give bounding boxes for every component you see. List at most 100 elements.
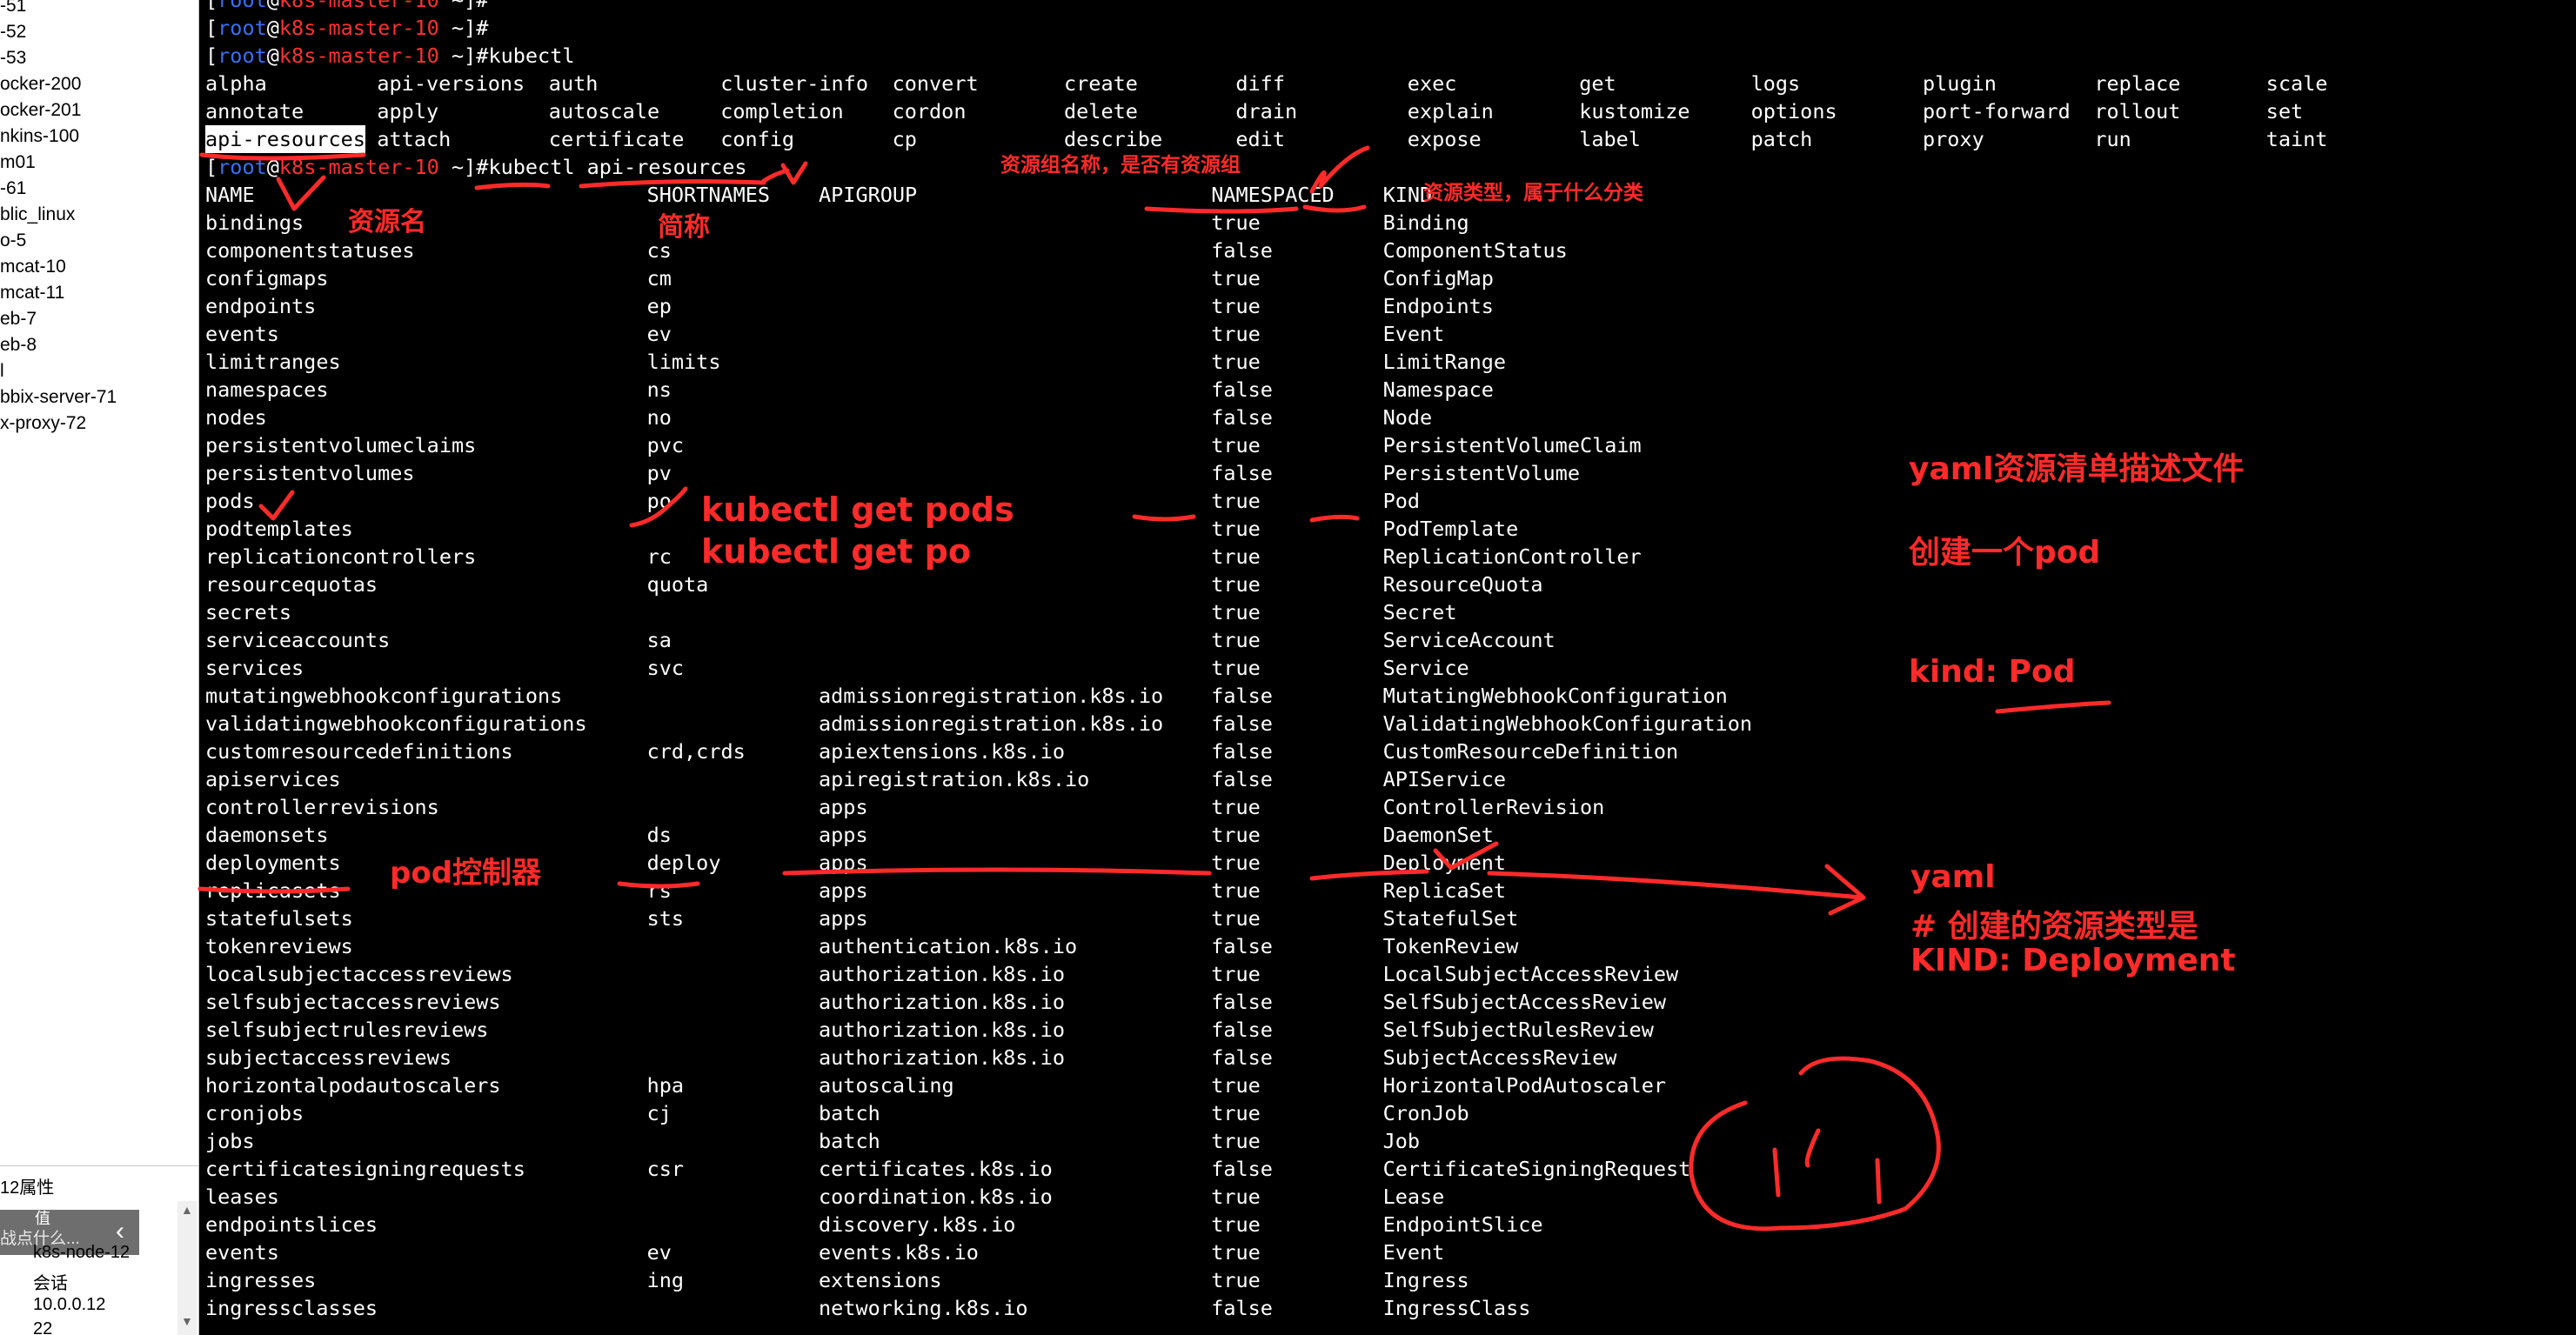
table-row: validatingwebhookconfigurations admission… — [205, 710, 2554, 738]
resource-name: endpoints — [205, 294, 317, 318]
resource-namespaced: true — [1211, 1101, 1261, 1125]
resource-name: replicationcontrollers — [205, 544, 477, 569]
resource-name: events — [205, 1240, 279, 1265]
resource-kind: CertificateSigningRequest — [1382, 1157, 1691, 1181]
resource-kind: LocalSubjectAccessReview — [1382, 962, 1679, 986]
prompt-at: @ — [266, 16, 279, 40]
resource-shortname: svc — [646, 656, 685, 680]
resource-namespaced: true — [1211, 656, 1261, 680]
session-sidebar: -51 -52 -53 ocker-200 ocker-201 nkins-100 m01-… — [0, 0, 199, 1335]
prompt-bracket: [ — [205, 43, 218, 68]
resource-shortname: no — [646, 405, 672, 430]
resource-name: ingressclasses — [205, 1296, 378, 1320]
resource-kind: Pod — [1382, 489, 1421, 513]
resource-name: customresourcedefinitions — [205, 739, 513, 764]
resource-namespaced: true — [1211, 878, 1261, 903]
resource-shortname: ep — [646, 294, 672, 318]
resource-namespaced: true — [1211, 851, 1261, 875]
session-item[interactable]: l — [0, 358, 198, 384]
subcommand-item: completion — [720, 99, 844, 123]
prompt-hash: # — [476, 0, 489, 12]
resource-kind: Endpoints — [1382, 294, 1494, 318]
resource-kind: CronJob — [1382, 1101, 1469, 1125]
session-item[interactable]: x-proxy-72 — [0, 411, 198, 437]
resource-name: persistentvolumeclaims — [205, 433, 477, 457]
resource-kind: StatefulSet — [1382, 906, 1519, 931]
subcommand-item: auth — [548, 71, 599, 96]
session-item[interactable]: ocker-200 — [0, 71, 198, 97]
resource-apigroup: batch — [819, 1101, 880, 1125]
column-header-name: NAME — [205, 183, 255, 207]
subcommand-item: annotate — [205, 99, 304, 123]
resource-namespaced: true — [1211, 1240, 1261, 1265]
terminal-line: NAME SHORTNAMES APIGROUP NAMESPACED KIND — [205, 181, 2554, 209]
subcommand-item: expose — [1407, 127, 1482, 151]
session-item[interactable]: eb-8 — [0, 332, 198, 358]
session-item[interactable]: eb-7 — [0, 306, 198, 332]
resource-shortname: ds — [646, 823, 672, 847]
scroll-up-icon[interactable]: ▲ — [181, 1203, 193, 1217]
table-row: events ev events.k8s.io true Event — [205, 1238, 2554, 1266]
session-item[interactable]: ocker-201 — [0, 97, 198, 123]
table-row: daemonsets ds apps true DaemonSet — [205, 821, 2554, 849]
resource-name: nodes — [205, 405, 267, 430]
subcommand-item: api-versions — [377, 71, 525, 96]
terminal-output[interactable]: [root@k8s-master-10 ~]# [root@k8s-master-… — [202, 0, 2576, 1335]
subcommand-item: run — [2094, 127, 2131, 151]
resource-apigroup: events.k8s.io — [819, 1240, 979, 1265]
prompt-user: root — [217, 0, 267, 12]
resource-shortname: ev — [646, 1240, 672, 1265]
prompt-path: ~ — [438, 43, 465, 68]
session-item[interactable]: o-5 — [0, 228, 198, 254]
table-row: leases coordination.k8s.io true Lease — [205, 1183, 2554, 1211]
prompt-at: @ — [266, 0, 279, 12]
session-item[interactable]: -51 — [0, 0, 198, 19]
properties-scrollbar[interactable]: ▲ ▼ — [177, 1201, 197, 1335]
properties-title: 12属性 — [0, 1178, 55, 1198]
session-item[interactable]: mcat-11 — [0, 280, 198, 306]
resource-name: ingresses — [205, 1268, 317, 1292]
resource-apigroup: authentication.k8s.io — [819, 934, 1078, 958]
prompt-host: k8s-master-10 — [278, 43, 439, 68]
session-item[interactable]: nkins-100 — [0, 123, 198, 150]
subcommand-item: proxy — [1923, 127, 1984, 151]
resource-kind: CustomResourceDefinition — [1382, 739, 1679, 764]
resource-name: jobs — [205, 1129, 255, 1153]
resource-namespaced: true — [1211, 906, 1261, 931]
session-item[interactable]: blic_linux — [0, 202, 198, 228]
resource-apigroup: authorization.k8s.io — [819, 962, 1065, 986]
table-row: endpointslices discovery.k8s.io true Endpoi… — [205, 1211, 2554, 1238]
resource-kind: Node — [1382, 405, 1433, 430]
table-row: statefulsets sts apps true StatefulSet — [205, 904, 2554, 932]
session-item[interactable]: -52 — [0, 19, 198, 45]
session-item[interactable]: bbix-server-71 — [0, 384, 198, 411]
table-row: secrets true Secret — [205, 598, 2554, 626]
table-row: selfsubjectaccessreviews authorization.k8… — [205, 988, 2554, 1016]
subcommand-item: cluster-info — [720, 71, 868, 96]
session-item[interactable]: -61 — [0, 176, 198, 202]
resource-shortname: rs — [646, 878, 672, 903]
resource-shortname: pvc — [646, 433, 685, 457]
resource-kind: ConfigMap — [1382, 266, 1494, 290]
resource-name: subjectaccessreviews — [205, 1045, 452, 1070]
resource-kind: SelfSubjectAccessReview — [1382, 990, 1667, 1014]
resource-apigroup: apps — [819, 851, 868, 875]
resource-namespaced: true — [1211, 962, 1261, 986]
resource-apigroup: authorization.k8s.io — [819, 1018, 1065, 1042]
resource-namespaced: true — [1211, 433, 1261, 457]
session-item[interactable]: -53 — [0, 45, 198, 71]
session-item[interactable]: m01 — [0, 150, 198, 176]
resource-namespaced: true — [1211, 1185, 1261, 1209]
session-item[interactable]: mcat-10 — [0, 254, 198, 280]
prompt-user: root — [217, 43, 267, 68]
resource-namespaced: false — [1211, 934, 1273, 958]
scroll-down-icon[interactable]: ▼ — [181, 1314, 193, 1328]
annotation-kind-deployment: KIND: Deployment — [1910, 943, 2236, 978]
table-row: configmaps cm true ConfigMap — [205, 264, 2554, 292]
subcommand-item: kustomize — [1579, 99, 1690, 123]
resource-namespaced: true — [1211, 1129, 1261, 1153]
resource-shortname: quota — [646, 572, 709, 597]
resource-kind: TokenReview — [1382, 934, 1519, 958]
resource-namespaced: false — [1211, 684, 1273, 708]
subcommand-item: set — [2265, 99, 2304, 123]
